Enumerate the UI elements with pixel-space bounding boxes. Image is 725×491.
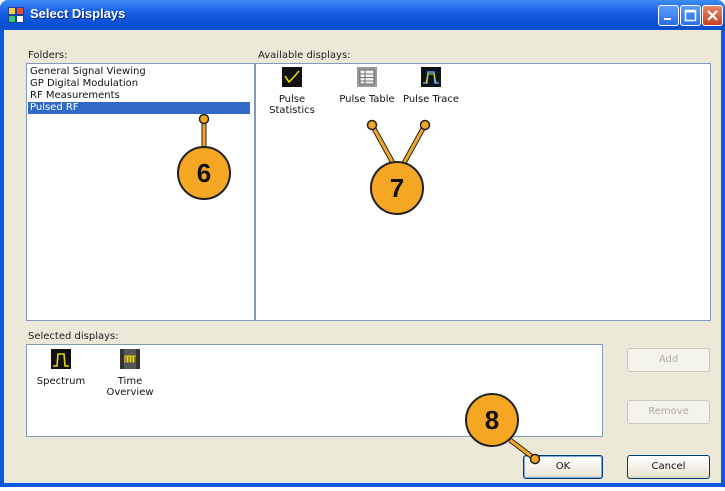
display-pulse-trace[interactable]: Pulse Trace — [401, 67, 461, 105]
minimize-button[interactable] — [658, 5, 679, 26]
available-displays-panel: Pulse Statistics Pulse Table Pulse Trace — [255, 63, 711, 321]
title-bar[interactable]: Select Displays — [0, 0, 725, 30]
display-label-line1: Pulse Trace — [402, 94, 460, 105]
selected-displays-label: Selected displays: — [28, 331, 119, 342]
close-icon — [707, 10, 718, 21]
app-icon — [8, 7, 24, 23]
close-button[interactable] — [702, 5, 723, 26]
spectrum-icon — [51, 349, 71, 369]
display-label-line1: Spectrum — [36, 376, 86, 387]
callout-8: 8 — [465, 393, 519, 447]
add-button[interactable]: Add — [627, 348, 710, 372]
folders-label: Folders: — [28, 50, 68, 61]
display-label-line1: Time — [117, 376, 143, 387]
pulse-trace-icon — [421, 67, 441, 87]
folder-item-general-signal-viewing[interactable]: General Signal Viewing — [28, 66, 250, 78]
display-pulse-statistics[interactable]: Pulse Statistics — [262, 67, 322, 116]
pulse-statistics-icon — [282, 67, 302, 87]
display-spectrum[interactable]: Spectrum — [31, 349, 91, 387]
minimize-icon — [664, 18, 671, 20]
select-displays-window: Select Displays Folders: General Signal … — [0, 0, 725, 487]
display-label-line1: Pulse Table — [339, 94, 395, 105]
pulse-table-icon — [357, 67, 377, 87]
available-displays-label: Available displays: — [258, 50, 351, 61]
window-title: Select Displays — [30, 6, 126, 21]
maximize-icon — [684, 9, 697, 22]
folder-item-pulsed-rf[interactable]: Pulsed RF — [28, 102, 250, 114]
display-label-line2: Statistics — [269, 105, 315, 116]
callout-6: 6 — [177, 146, 231, 200]
dialog-client-area: Folders: General Signal Viewing GP Digit… — [4, 30, 721, 483]
folder-item-gp-digital-modulation[interactable]: GP Digital Modulation — [28, 78, 250, 90]
folder-item-rf-measurements[interactable]: RF Measurements — [28, 90, 250, 102]
display-pulse-table[interactable]: Pulse Table — [337, 67, 397, 105]
time-overview-icon — [120, 349, 140, 369]
callout-7: 7 — [370, 161, 424, 215]
display-time-overview[interactable]: Time Overview — [100, 349, 160, 398]
display-label-line1: Pulse — [278, 94, 306, 105]
remove-button[interactable]: Remove — [627, 400, 710, 424]
maximize-button[interactable] — [680, 5, 701, 26]
cancel-button[interactable]: Cancel — [627, 455, 710, 479]
ok-button[interactable]: OK — [523, 455, 603, 479]
display-label-line2: Overview — [106, 387, 154, 398]
